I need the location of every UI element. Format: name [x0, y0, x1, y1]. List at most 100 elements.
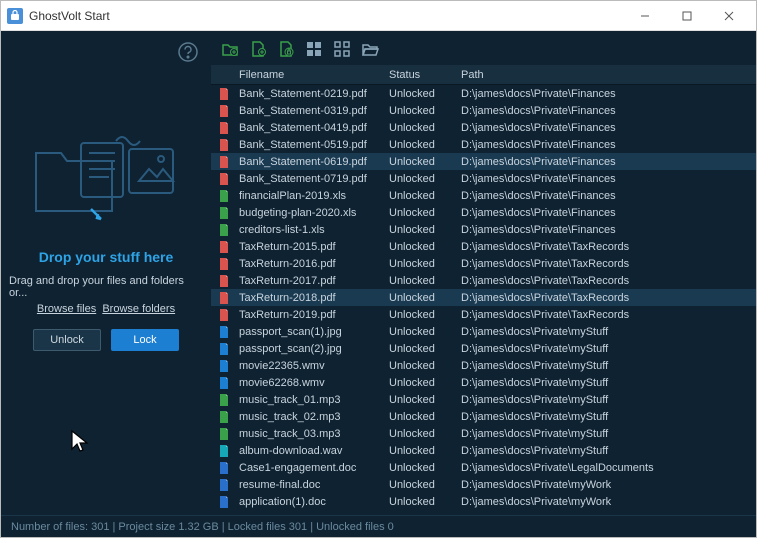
file-status: Unlocked: [389, 343, 461, 355]
file-name: movie22365.wmv: [239, 360, 389, 372]
maximize-button[interactable]: [666, 2, 708, 30]
file-name: TaxReturn-2017.pdf: [239, 275, 389, 287]
action-buttons: Unlock Lock: [33, 329, 179, 351]
file-path: D:\james\docs\Private\TaxRecords: [461, 241, 756, 253]
add-folder-icon[interactable]: [219, 38, 241, 60]
file-list[interactable]: Bank_Statement-0219.pdfUnlockedD:\james\…: [211, 85, 756, 515]
app-icon: [7, 8, 23, 24]
close-button[interactable]: [708, 2, 750, 30]
file-name: budgeting-plan-2020.xls: [239, 207, 389, 219]
browse-files-link[interactable]: Browse files: [37, 303, 96, 315]
window-controls: [624, 2, 750, 30]
file-path: D:\james\docs\Private\TaxRecords: [461, 309, 756, 321]
table-row[interactable]: Bank_Statement-0719.pdfUnlockedD:\james\…: [211, 170, 756, 187]
small-icons-view-icon[interactable]: [331, 38, 353, 60]
table-row[interactable]: resume-final.docUnlockedD:\james\docs\Pr…: [211, 476, 756, 493]
table-row[interactable]: TaxReturn-2018.pdfUnlockedD:\james\docs\…: [211, 289, 756, 306]
file-status: Unlocked: [389, 139, 461, 151]
file-status: Unlocked: [389, 241, 461, 253]
table-row[interactable]: passport_scan(1).jpgUnlockedD:\james\doc…: [211, 323, 756, 340]
file-status: Unlocked: [389, 445, 461, 457]
lock-button[interactable]: Lock: [111, 329, 179, 351]
file-path: D:\james\docs\Private\Finances: [461, 224, 756, 236]
file-name: passport_scan(2).jpg: [239, 343, 389, 355]
file-status: Unlocked: [389, 360, 461, 372]
table-row[interactable]: movie62268.wmvUnlockedD:\james\docs\Priv…: [211, 374, 756, 391]
add-file-icon[interactable]: [247, 38, 269, 60]
file-path: D:\james\docs\Private\myStuff: [461, 360, 756, 372]
table-row[interactable]: passport_scan(2).jpgUnlockedD:\james\doc…: [211, 340, 756, 357]
file-name: music_track_01.mp3: [239, 394, 389, 406]
table-row[interactable]: TaxReturn-2016.pdfUnlockedD:\james\docs\…: [211, 255, 756, 272]
drop-subtitle: Drag and drop your files and folders or.…: [9, 275, 203, 299]
security-icon[interactable]: [275, 38, 297, 60]
left-panel: Drop your stuff here Drag and drop your …: [1, 31, 211, 515]
file-path: D:\james\docs\Private\Finances: [461, 88, 756, 100]
table-row[interactable]: application(1).docUnlockedD:\james\docs\…: [211, 493, 756, 510]
toolbar: [211, 37, 756, 65]
file-status: Unlocked: [389, 496, 461, 508]
file-status: Unlocked: [389, 462, 461, 474]
file-path: D:\james\docs\Private\myStuff: [461, 411, 756, 423]
file-name: TaxReturn-2018.pdf: [239, 292, 389, 304]
col-status[interactable]: Status: [389, 69, 461, 81]
table-row[interactable]: album-download.wavUnlockedD:\james\docs\…: [211, 442, 756, 459]
table-row[interactable]: music_track_02.mp3UnlockedD:\james\docs\…: [211, 408, 756, 425]
table-row[interactable]: financialPlan-2019.xlsUnlockedD:\james\d…: [211, 187, 756, 204]
table-row[interactable]: music_track_01.mp3UnlockedD:\james\docs\…: [211, 391, 756, 408]
drop-title: Drop your stuff here: [39, 249, 174, 265]
table-row[interactable]: TaxReturn-2017.pdfUnlockedD:\james\docs\…: [211, 272, 756, 289]
browse-folders-link[interactable]: Browse folders: [102, 303, 175, 315]
table-row[interactable]: TaxReturn-2015.pdfUnlockedD:\james\docs\…: [211, 238, 756, 255]
file-name: resume-final.doc: [239, 479, 389, 491]
minimize-button[interactable]: [624, 2, 666, 30]
file-status: Unlocked: [389, 479, 461, 491]
table-row[interactable]: Bank_Statement-0519.pdfUnlockedD:\james\…: [211, 136, 756, 153]
file-path: D:\james\docs\Private\myStuff: [461, 326, 756, 338]
file-status: Unlocked: [389, 377, 461, 389]
file-status: Unlocked: [389, 224, 461, 236]
open-folder-icon[interactable]: [359, 38, 381, 60]
file-status: Unlocked: [389, 190, 461, 202]
table-row[interactable]: Bank_Statement-0319.pdfUnlockedD:\james\…: [211, 102, 756, 119]
unlock-button[interactable]: Unlock: [33, 329, 101, 351]
col-filename[interactable]: Filename: [239, 69, 389, 81]
file-status: Unlocked: [389, 411, 461, 423]
file-name: album-download.wav: [239, 445, 389, 457]
file-status: Unlocked: [389, 173, 461, 185]
status-text: Number of files: 301 | Project size 1.32…: [11, 521, 394, 533]
col-path[interactable]: Path: [461, 69, 756, 81]
table-row[interactable]: Bank_Statement-0419.pdfUnlockedD:\james\…: [211, 119, 756, 136]
file-status: Unlocked: [389, 309, 461, 321]
table-row[interactable]: budgeting-plan-2020.xlsUnlockedD:\james\…: [211, 204, 756, 221]
file-path: D:\james\docs\Private\Finances: [461, 207, 756, 219]
file-path: D:\james\docs\Private\LegalDocuments: [461, 462, 756, 474]
file-name: music_track_03.mp3: [239, 428, 389, 440]
table-row[interactable]: music_track_03.mp3UnlockedD:\james\docs\…: [211, 425, 756, 442]
cursor-icon: [69, 429, 91, 455]
table-row[interactable]: Bank_Statement-0619.pdfUnlockedD:\james\…: [211, 153, 756, 170]
file-name: Bank_Statement-0619.pdf: [239, 156, 389, 168]
file-status: Unlocked: [389, 326, 461, 338]
file-name: application(1).doc: [239, 496, 389, 508]
file-path: D:\james\docs\Private\myWork: [461, 496, 756, 508]
file-status: Unlocked: [389, 394, 461, 406]
table-row[interactable]: Bank_Statement-0219.pdfUnlockedD:\james\…: [211, 85, 756, 102]
help-icon[interactable]: [177, 41, 199, 63]
file-status: Unlocked: [389, 275, 461, 287]
table-row[interactable]: TaxReturn-2019.pdfUnlockedD:\james\docs\…: [211, 306, 756, 323]
table-row[interactable]: movie22365.wmvUnlockedD:\james\docs\Priv…: [211, 357, 756, 374]
file-path: D:\james\docs\Private\Finances: [461, 139, 756, 151]
file-status: Unlocked: [389, 105, 461, 117]
file-path: D:\james\docs\Private\TaxRecords: [461, 275, 756, 287]
file-status: Unlocked: [389, 258, 461, 270]
table-row[interactable]: creditors-list-1.xlsUnlockedD:\james\doc…: [211, 221, 756, 238]
file-path: D:\james\docs\Private\myStuff: [461, 377, 756, 389]
table-row[interactable]: Case1-engagement.docUnlockedD:\james\doc…: [211, 459, 756, 476]
app-window: GhostVolt Start: [0, 0, 757, 538]
file-name: TaxReturn-2016.pdf: [239, 258, 389, 270]
file-name: Bank_Statement-0319.pdf: [239, 105, 389, 117]
app-title: GhostVolt Start: [29, 9, 624, 23]
file-name: music_track_02.mp3: [239, 411, 389, 423]
large-icons-view-icon[interactable]: [303, 38, 325, 60]
